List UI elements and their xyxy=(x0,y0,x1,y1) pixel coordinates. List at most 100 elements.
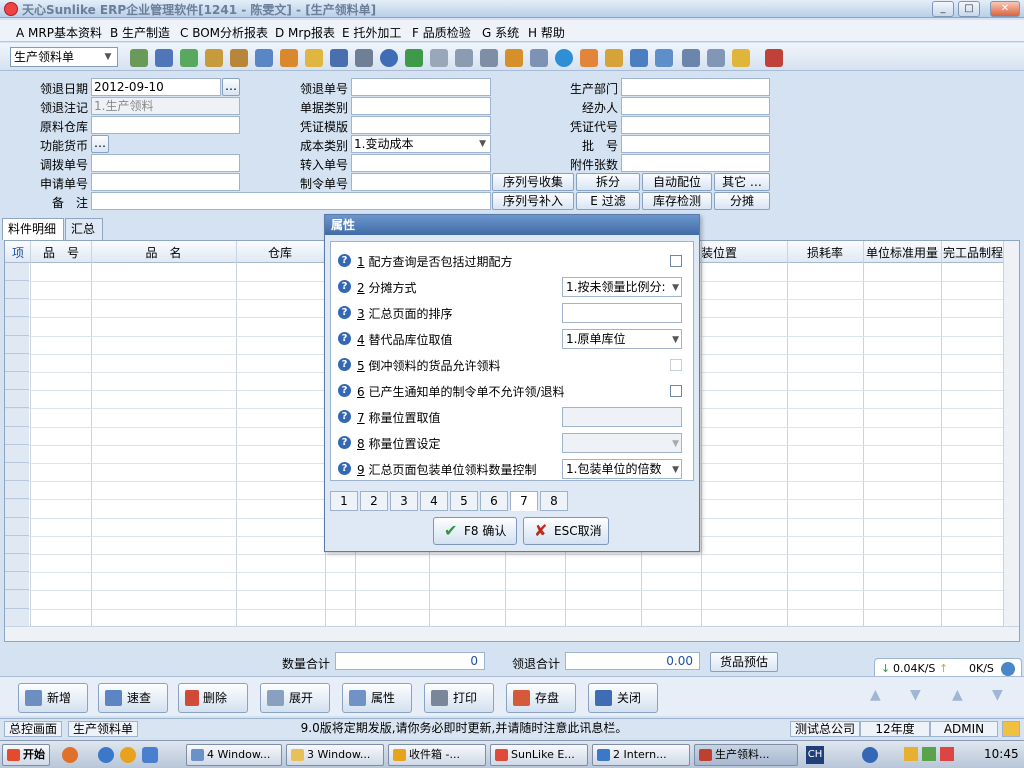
serial-fill-button[interactable]: 序列号补入 xyxy=(492,192,574,210)
browser-icon[interactable] xyxy=(98,747,114,763)
date-picker-button[interactable]: … xyxy=(222,78,240,96)
hierarchy-icon[interactable] xyxy=(605,49,623,67)
tray-icon[interactable] xyxy=(922,747,936,761)
horizontal-scrollbar[interactable] xyxy=(5,626,1019,641)
quick-launch-icon[interactable] xyxy=(62,747,78,763)
close-window-button[interactable]: ✕ xyxy=(990,1,1020,17)
page-tab-4[interactable]: 4 xyxy=(420,491,448,511)
check-circle-icon[interactable] xyxy=(555,49,573,67)
tab-material-detail[interactable]: 料件明细 xyxy=(2,218,64,240)
confirm-button[interactable]: ✔ F8 确认 xyxy=(433,517,517,545)
nav-first-icon[interactable]: ▲ xyxy=(870,687,881,703)
message-icon[interactable] xyxy=(1002,721,1020,737)
task-internet[interactable]: 2 Intern... xyxy=(592,744,690,766)
document-icon[interactable] xyxy=(455,49,473,67)
return-note-select[interactable]: 1.生产领料 xyxy=(91,97,240,115)
cart-icon[interactable] xyxy=(430,49,448,67)
row-indicator[interactable] xyxy=(5,499,29,518)
row-indicator[interactable] xyxy=(5,281,29,300)
task-window-4[interactable]: 4 Window... xyxy=(186,744,282,766)
language-indicator[interactable]: CH xyxy=(806,746,824,764)
users-icon[interactable] xyxy=(280,49,298,67)
doc-category-input[interactable] xyxy=(351,97,491,115)
nav-next-icon[interactable]: ▲ xyxy=(952,687,963,703)
page-tab-3[interactable]: 3 xyxy=(390,491,418,511)
notice-disallow-checkbox[interactable] xyxy=(670,385,682,397)
voucher-template-input[interactable] xyxy=(351,116,491,134)
menu-system[interactable]: G 系统 xyxy=(482,24,519,41)
row-indicator[interactable] xyxy=(5,408,29,427)
page-tab-7[interactable]: 7 xyxy=(510,491,538,511)
briefcase-icon[interactable] xyxy=(230,49,248,67)
attachment-count-input[interactable] xyxy=(621,154,770,172)
row-indicator[interactable] xyxy=(5,299,29,318)
tree-icon[interactable] xyxy=(130,49,148,67)
delete-button[interactable]: 删除 xyxy=(178,683,248,713)
menu-help[interactable]: H 帮助 xyxy=(528,24,565,41)
tab-summary[interactable]: 汇总 xyxy=(65,218,103,240)
menu-outsource[interactable]: E 托外加工 xyxy=(342,24,401,41)
menu-mrp-basic[interactable]: A MRP基本资料 xyxy=(16,24,102,41)
substitute-location-select[interactable]: 1.原单库位 ▼ xyxy=(562,329,682,349)
save-button[interactable]: 存盘 xyxy=(506,683,576,713)
filter-button[interactable]: E 过滤 xyxy=(576,192,640,210)
help-icon[interactable] xyxy=(862,747,878,763)
task-window-3[interactable]: 3 Window... xyxy=(286,744,384,766)
menu-production[interactable]: B 生产制造 xyxy=(110,24,170,41)
doc-type-select[interactable]: 生产领料单 ▼ xyxy=(10,47,118,67)
properties-button[interactable]: 属性 xyxy=(342,683,412,713)
refresh-icon[interactable] xyxy=(655,49,673,67)
minimize-button[interactable]: _ xyxy=(932,1,954,17)
page-tab-2[interactable]: 2 xyxy=(360,491,388,511)
backflush-allow-checkbox[interactable] xyxy=(670,359,682,371)
allocate-button[interactable]: 分摊 xyxy=(714,192,770,210)
row-indicator[interactable] xyxy=(5,263,29,281)
weigh-position-setting-select[interactable]: ▼ xyxy=(562,433,682,453)
row-indicator[interactable] xyxy=(5,572,29,591)
task-inbox[interactable]: 收件箱 -... xyxy=(388,744,486,766)
nav-prev-icon[interactable]: ▼ xyxy=(910,687,921,703)
print-button[interactable]: 打印 xyxy=(424,683,494,713)
transfer-in-no-input[interactable] xyxy=(351,154,491,172)
page-tab-1[interactable]: 1 xyxy=(330,491,358,511)
include-expired-checkbox[interactable] xyxy=(670,255,682,267)
book-icon[interactable] xyxy=(330,49,348,67)
transfer-icon[interactable] xyxy=(630,49,648,67)
page-tab-8[interactable]: 8 xyxy=(540,491,568,511)
cost-category-select[interactable]: 1.变动成本 ▼ xyxy=(351,135,491,153)
tray-icon[interactable] xyxy=(904,747,918,761)
home-screen-tab[interactable]: 总控画面 xyxy=(4,721,63,737)
vertical-scrollbar[interactable] xyxy=(1003,241,1019,626)
work-order-no-input[interactable] xyxy=(351,173,491,191)
start-button[interactable]: 开始 xyxy=(2,744,50,766)
production-dept-input[interactable] xyxy=(621,78,770,96)
row-indicator[interactable] xyxy=(5,390,29,409)
wrench-icon[interactable] xyxy=(205,49,223,67)
exit-icon[interactable] xyxy=(765,49,783,67)
ie-icon[interactable] xyxy=(142,747,158,763)
task-production-issue[interactable]: 生产领料... xyxy=(694,744,798,766)
cancel-button[interactable]: ✘ ESC取消 xyxy=(523,517,609,545)
pin-icon[interactable] xyxy=(355,49,373,67)
currency-picker-button[interactable]: … xyxy=(91,135,109,153)
handler-input[interactable] xyxy=(621,97,770,115)
page-tab-5[interactable]: 5 xyxy=(450,491,478,511)
current-doc-tab[interactable]: 生产领料单 xyxy=(68,721,139,737)
return-no-input[interactable] xyxy=(351,78,491,96)
calculator-icon[interactable] xyxy=(480,49,498,67)
tray-icon[interactable] xyxy=(940,747,954,761)
page-tab-6[interactable]: 6 xyxy=(480,491,508,511)
serial-collect-button[interactable]: 序列号收集 xyxy=(492,173,574,191)
row-indicator[interactable] xyxy=(5,463,29,482)
menu-bom-report[interactable]: C BOM分析报表 xyxy=(180,24,268,41)
remark-input[interactable] xyxy=(91,192,491,210)
help-icon[interactable] xyxy=(380,49,398,67)
stock-check-button[interactable]: 库存检测 xyxy=(642,192,712,210)
row-indicator[interactable] xyxy=(5,536,29,554)
package-qty-control-select[interactable]: 1.包装单位的倍数 ▼ xyxy=(562,459,682,479)
other-button[interactable]: 其它 … xyxy=(714,173,770,191)
split-button[interactable]: 拆分 xyxy=(576,173,640,191)
menu-mrp-report[interactable]: D Mrp报表 xyxy=(275,24,335,41)
row-indicator[interactable] xyxy=(5,590,29,609)
request-no-input[interactable] xyxy=(91,173,240,191)
